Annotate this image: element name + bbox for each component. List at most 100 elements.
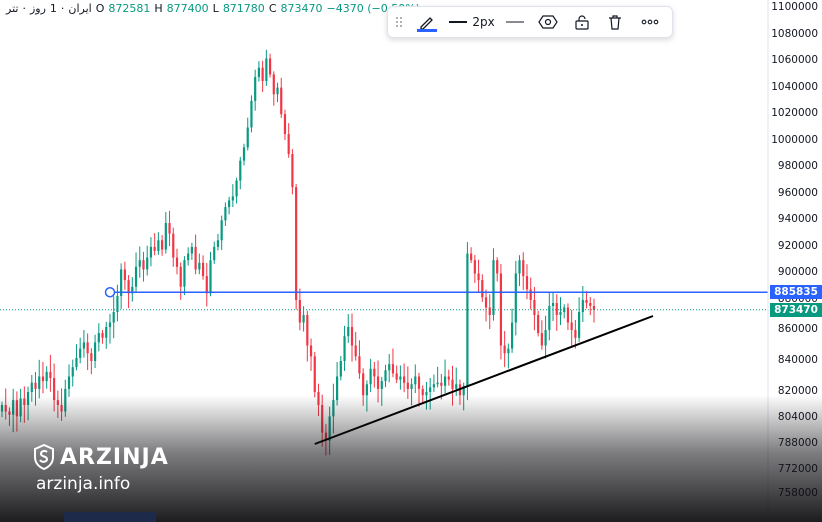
price-axis-tick-label: 788000 [777, 437, 818, 449]
candle-body [79, 348, 82, 358]
legend-close-label: C [268, 2, 277, 15]
candle-body [477, 273, 480, 281]
candle-body [231, 196, 234, 201]
candle-body [473, 260, 476, 274]
candle-body [429, 387, 432, 392]
candle-body [153, 246, 156, 251]
candle-body [168, 223, 171, 234]
candle-body [481, 280, 484, 298]
line-width-button[interactable]: 2px [444, 7, 500, 37]
candle-body [514, 273, 517, 323]
price-axis-tick-label: 840000 [777, 354, 818, 366]
candle-body [123, 269, 126, 281]
price-axis-tick-label: 940000 [777, 213, 818, 226]
candle-body [376, 376, 380, 389]
trend-line-drawing[interactable] [314, 315, 654, 445]
candle-body [254, 77, 257, 101]
candle-body [261, 67, 264, 81]
candle-body [406, 382, 409, 389]
candle-body [455, 384, 458, 389]
legend-close-value: 873470 [280, 2, 323, 15]
candle-body [101, 333, 104, 338]
price-axis-tick-label: 1000000 [771, 133, 818, 146]
price-axis-tick-label: 960000 [777, 186, 818, 199]
drawing-toolbar: 2px [387, 6, 673, 38]
price-axis-tick-label: 758000 [777, 487, 818, 499]
settings-icon[interactable] [530, 7, 566, 37]
candle-body [537, 315, 540, 334]
drag-handle-icon[interactable] [388, 7, 410, 37]
candle-body [213, 246, 216, 261]
candle-body [533, 300, 536, 315]
candle-body [209, 260, 212, 294]
candle-body [287, 134, 290, 154]
candle-body [224, 207, 227, 221]
candle-body [257, 67, 261, 78]
price-axis-tick-label: 820000 [777, 385, 818, 397]
price-axis-tick-label: 860000 [777, 323, 818, 335]
candle-body [298, 300, 301, 323]
candle-body [0, 405, 4, 412]
price-axis-tick-label: 920000 [777, 239, 818, 252]
lock-icon[interactable] [566, 7, 598, 37]
candle-body [108, 322, 112, 327]
candle-body [134, 266, 138, 287]
price-axis-tick-label: 900000 [777, 266, 818, 279]
candle-body [317, 392, 320, 405]
candle-body [551, 303, 555, 306]
candle-body [410, 384, 413, 389]
candle-body [164, 223, 167, 250]
pencil-icon[interactable] [410, 7, 444, 37]
candle-body [194, 246, 197, 270]
candle-body [309, 345, 313, 357]
candle-body [380, 381, 383, 389]
legend-interval-num: 1 [49, 2, 57, 15]
candle-body [265, 58, 268, 81]
legend-exchange: ایران [68, 2, 92, 15]
candle-body [179, 266, 182, 287]
candle-body [510, 322, 514, 349]
candle-body [49, 371, 52, 379]
candle-body [578, 312, 581, 338]
candle-body [149, 246, 153, 258]
chart[interactable]: تتر · روز 1 · ایران O 872581 H 877400 L 871… [0, 0, 822, 522]
candle-body [425, 392, 428, 396]
brand-url: arzinja.info [36, 474, 131, 494]
candle-body [391, 364, 395, 374]
candle-body [205, 276, 208, 294]
candle-body [67, 376, 71, 389]
line-style-icon[interactable] [500, 7, 530, 37]
candle-body [592, 306, 596, 310]
candle-body [354, 345, 357, 357]
horizontal-line-handle[interactable] [104, 287, 116, 298]
candle-body [157, 240, 160, 251]
candle-body [4, 405, 7, 412]
legend-separator: · [60, 2, 65, 15]
candle-body [313, 356, 316, 392]
trash-icon[interactable] [598, 7, 632, 37]
candle-body [201, 262, 205, 277]
legend-interval[interactable]: روز [30, 2, 46, 15]
brand-shield-icon [34, 444, 54, 470]
candle-body [432, 384, 435, 388]
candle-body [183, 260, 186, 287]
candle-body [268, 58, 272, 75]
candle-body [421, 388, 424, 396]
candle-body [142, 260, 145, 270]
candle-body [335, 376, 339, 401]
candle-body [369, 368, 372, 385]
candle-body [570, 322, 573, 330]
candle-body [15, 400, 18, 417]
candle-body [93, 342, 97, 361]
legend-open-label: O [95, 2, 105, 15]
candle-body [172, 233, 175, 258]
legend-symbol[interactable]: تتر [6, 2, 18, 15]
candle-body [388, 364, 391, 371]
legend: تتر · روز 1 · ایران O 872581 H 877400 L 871… [6, 2, 420, 15]
candle-body [395, 373, 398, 380]
more-icon[interactable] [632, 7, 668, 37]
candle-body [559, 312, 562, 315]
horizontal-line-price-badge: 885835 [770, 285, 822, 300]
candle-body [19, 398, 22, 417]
candle-body [484, 297, 488, 308]
